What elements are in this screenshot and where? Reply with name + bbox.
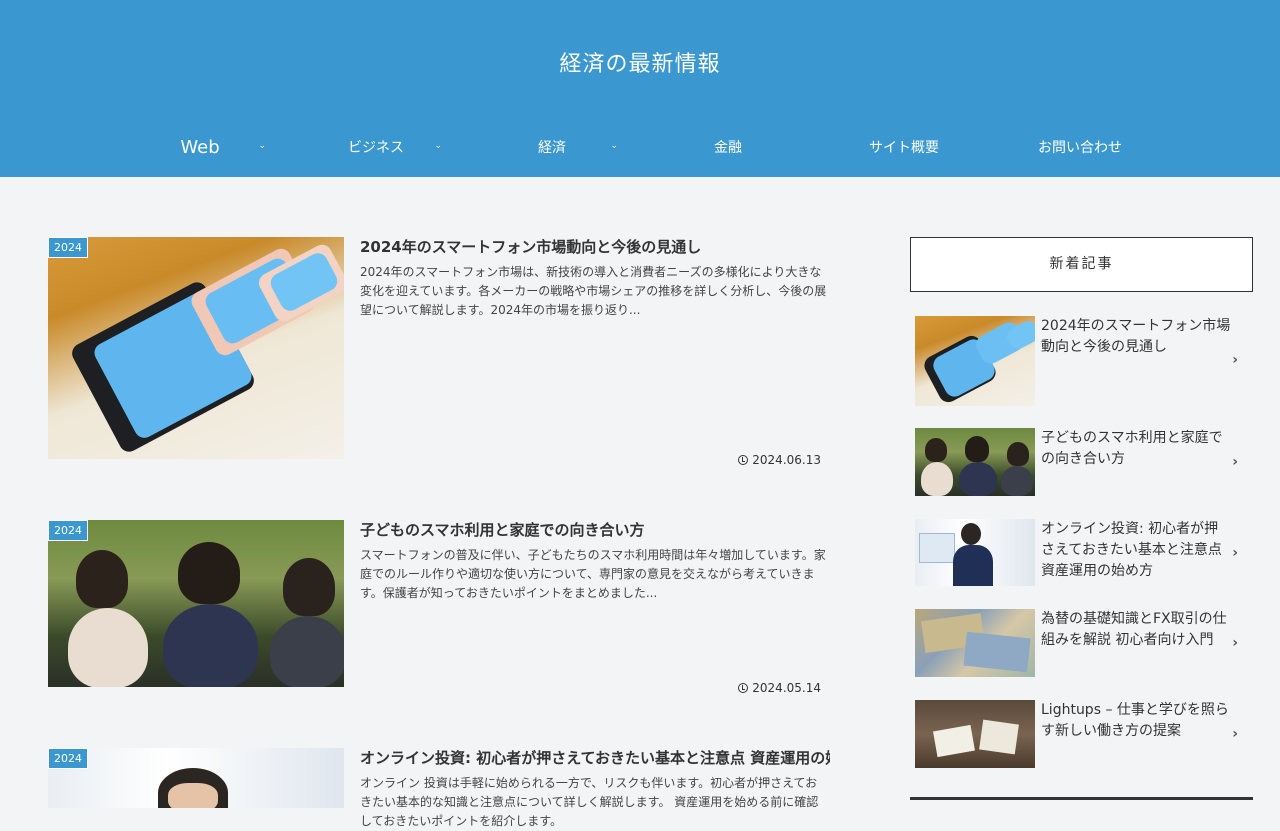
site-header: 経済の最新情報 Web ⌄ ビジネス ⌄ 経済 ⌄ 金融 サイト概要 お問い合わ… xyxy=(0,0,1280,177)
chevron-down-icon: ⌄ xyxy=(258,141,266,151)
sidebar-article-title: オンライン投資: 初心者が押さえておきたい基本と注意点 資産運用の始め方 xyxy=(1041,521,1222,579)
chevron-down-icon: ⌄ xyxy=(610,141,618,151)
post-card[interactable]: 2024 オンライン投資: 初心者が押さえておきたい基本と注意点 資産運用の始め… xyxy=(48,748,830,828)
sidebar: 新着記事 2024年のスマートフォン市場動向と今後の見通し › 子どものスマホ利… xyxy=(910,237,1253,800)
nav-label: サイト概要 xyxy=(869,140,939,156)
euro-banknotes-image xyxy=(915,609,1035,677)
nav-label: お問い合わせ xyxy=(1038,140,1122,156)
office-worker-image xyxy=(48,748,344,808)
nav-label: ビジネス xyxy=(348,140,404,156)
post-date: 2024.06.13 xyxy=(738,453,821,467)
post-excerpt: 2024年のスマートフォン市場は、新技術の導入と消費者ニーズの多様化により大きな… xyxy=(360,265,827,317)
post-title[interactable]: 子どものスマホ利用と家庭での向き合い方 xyxy=(360,520,830,541)
site-title[interactable]: 経済の最新情報 xyxy=(0,46,1280,78)
office-worker-image xyxy=(915,519,1035,586)
post-date: 2024.05.14 xyxy=(738,681,821,695)
sidebar-thumbnail xyxy=(915,609,1035,677)
sidebar-article-title: 2024年のスマートフォン市場動向と今後の見通し xyxy=(1041,318,1231,355)
sidebar-thumbnail xyxy=(915,316,1035,406)
sidebar-article-title: 為替の基礎知識とFX取引の仕組みを解説 初心者向け入門 xyxy=(1041,611,1227,648)
post-title[interactable]: 2024年のスマートフォン市場動向と今後の見通し xyxy=(360,237,830,258)
chevron-right-icon: › xyxy=(1232,635,1238,651)
clock-icon xyxy=(738,455,749,465)
sidebar-article-title: Lightups – 仕事と学びを照らす新しい働き方の提案 xyxy=(1041,702,1229,739)
smartphones-image xyxy=(48,237,344,459)
global-nav: Web ⌄ ビジネス ⌄ 経済 ⌄ 金融 サイト概要 お問い合わせ xyxy=(112,130,1168,164)
sidebar-article[interactable]: 為替の基礎知識とFX取引の仕組みを解説 初心者向け入門 › xyxy=(915,609,1248,677)
smartphones-image xyxy=(915,316,1035,406)
post-card[interactable]: 2024 子どものスマホ利用と家庭での向き合い方 スマートフォンの普及に伴い、子… xyxy=(48,520,828,700)
sidebar-article-title: 子どものスマホ利用と家庭での向き合い方 xyxy=(1041,430,1223,467)
post-title[interactable]: オンライン投資: 初心者が押さえておきたい基本と注意点 資産運用の始め方 xyxy=(360,748,830,769)
nav-item-economy[interactable]: 経済 ⌄ xyxy=(464,130,640,164)
clock-icon xyxy=(738,683,749,693)
nav-item-about[interactable]: サイト概要 xyxy=(816,130,992,164)
category-badge[interactable]: 2024 xyxy=(48,520,88,541)
nav-item-business[interactable]: ビジネス ⌄ xyxy=(288,130,464,164)
sidebar-thumbnail xyxy=(915,428,1035,496)
chevron-right-icon: › xyxy=(1232,454,1238,470)
nav-item-web[interactable]: Web ⌄ xyxy=(112,130,288,164)
post-thumbnail[interactable]: 2024 xyxy=(48,237,344,459)
nav-label: 金融 xyxy=(714,140,742,156)
post-date-text: 2024.06.13 xyxy=(752,453,821,467)
chevron-down-icon: ⌄ xyxy=(434,141,442,151)
post-card[interactable]: 2024 2024年のスマートフォン市場動向と今後の見通し 2024年のスマート… xyxy=(48,237,828,467)
sidebar-article[interactable]: 子どものスマホ利用と家庭での向き合い方 › xyxy=(915,428,1248,496)
children-phones-image xyxy=(915,428,1035,496)
post-excerpt: スマートフォンの普及に伴い、子どもたちのスマホ利用時間は年々増加しています。家庭… xyxy=(360,548,826,600)
sidebar-article[interactable]: オンライン投資: 初心者が押さえておきたい基本と注意点 資産運用の始め方 › xyxy=(915,519,1248,586)
study-desk-image xyxy=(915,700,1035,768)
category-badge[interactable]: 2024 xyxy=(48,237,88,258)
post-date-text: 2024.05.14 xyxy=(752,681,821,695)
category-badge[interactable]: 2024 xyxy=(48,748,88,769)
nav-item-finance[interactable]: 金融 xyxy=(640,130,816,164)
sidebar-article[interactable]: 2024年のスマートフォン市場動向と今後の見通し › xyxy=(915,316,1248,406)
nav-label: Web xyxy=(180,136,220,158)
chevron-right-icon: › xyxy=(1232,545,1238,561)
sidebar-thumbnail xyxy=(915,700,1035,768)
sidebar-thumbnail xyxy=(915,519,1035,586)
widget-title: 新着記事 xyxy=(910,237,1253,292)
nav-item-contact[interactable]: お問い合わせ xyxy=(992,130,1168,164)
chevron-right-icon: › xyxy=(1232,352,1238,368)
post-thumbnail[interactable]: 2024 xyxy=(48,748,344,808)
children-phones-image xyxy=(48,520,344,687)
chevron-right-icon: › xyxy=(1232,726,1238,742)
post-excerpt: オンライン 投資は手軽に始められる一方で、リスクも伴います。初心者が押さえておき… xyxy=(360,776,819,828)
post-thumbnail[interactable]: 2024 xyxy=(48,520,344,687)
sidebar-article[interactable]: Lightups – 仕事と学びを照らす新しい働き方の提案 › xyxy=(915,700,1248,768)
nav-label: 経済 xyxy=(538,140,566,156)
